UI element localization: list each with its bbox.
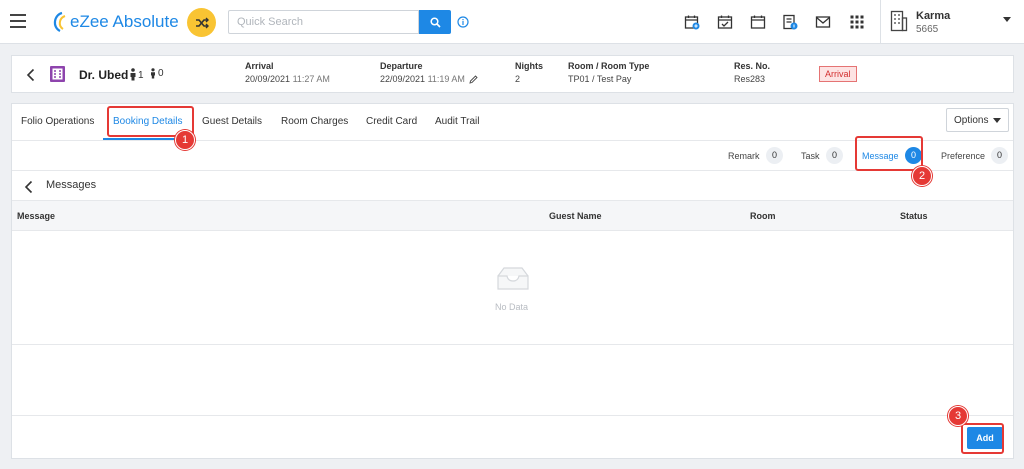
options-label: Options (954, 115, 989, 126)
status-badge: Arrival (819, 66, 857, 82)
report-icon[interactable] (780, 12, 800, 32)
remark-count: 0 (766, 147, 783, 164)
divider (12, 344, 1013, 345)
edit-icon[interactable] (469, 74, 478, 84)
annotation-marker-1: 1 (175, 130, 195, 150)
tab-credit-card[interactable]: Credit Card (366, 116, 417, 127)
search-icon (429, 16, 441, 28)
back-arrow-icon[interactable] (22, 180, 36, 194)
room-label: Room / Room Type (568, 61, 650, 71)
options-dropdown[interactable]: Options (946, 108, 1009, 132)
annotation-marker-2: 2 (912, 166, 932, 186)
info-icon[interactable] (457, 16, 469, 28)
room-value: TP01 / Test Pay (568, 74, 632, 84)
res-no-label: Res. No. (734, 61, 771, 71)
res-no-value: Res283 (734, 74, 766, 84)
annotation-highlight-add (961, 423, 1004, 454)
annotation-highlight-message (855, 136, 923, 171)
menu-icon[interactable] (10, 14, 26, 28)
chevron-down-icon[interactable] (1003, 17, 1011, 22)
app-logo[interactable]: eZee Absolute (50, 11, 179, 33)
departure-date: 22/09/2021 (380, 74, 426, 84)
children-value: 0 (158, 68, 164, 79)
remark-tab[interactable]: Remark (728, 151, 760, 161)
departure-value: 22/09/2021 11:19 AM (380, 74, 478, 84)
column-guest-name[interactable]: Guest Name (549, 211, 602, 221)
messages-title: Messages (46, 179, 97, 191)
calendar-icon[interactable] (748, 12, 768, 32)
property-code: 5665 (916, 24, 939, 35)
logo-icon (53, 11, 66, 32)
empty-state-text: No Data (495, 302, 529, 312)
column-room[interactable]: Room (750, 211, 776, 221)
task-count: 0 (826, 147, 843, 164)
guest-room-icon (50, 66, 65, 82)
departure-time: 11:19 AM (427, 74, 465, 84)
column-message[interactable]: Message (17, 211, 55, 221)
arrival-label: Arrival (245, 61, 274, 71)
mail-icon[interactable] (813, 12, 833, 32)
adults-value: 1 (138, 70, 144, 81)
calendar-add-icon[interactable] (682, 12, 702, 32)
calendar-check-icon[interactable] (715, 12, 735, 32)
tab-folio-operations[interactable]: Folio Operations (21, 116, 94, 127)
quick-search-input[interactable] (228, 10, 419, 34)
logo-text: eZee Absolute (70, 12, 179, 31)
hotel-building-icon (890, 10, 908, 32)
nights-label: Nights (515, 61, 543, 71)
preference-tab[interactable]: Preference (941, 151, 985, 161)
search-button[interactable] (419, 10, 451, 34)
tab-guest-details[interactable]: Guest Details (202, 116, 262, 127)
reservation-summary: Dr. Ubed 1 0 Arrival 20/09/2021 11:27 AM… (11, 55, 1014, 93)
arrival-value: 20/09/2021 11:27 AM (245, 74, 330, 84)
table-header: Message Guest Name Room Status (12, 201, 1013, 231)
shuffle-icon (195, 17, 209, 28)
arrival-date: 20/09/2021 (245, 74, 291, 84)
caret-down-icon (993, 118, 1001, 123)
children-count: 0 (149, 68, 164, 79)
preference-count: 0 (991, 147, 1008, 164)
child-icon (151, 68, 155, 79)
divider (12, 415, 1013, 416)
top-bar: eZee Absolute Kar (0, 0, 1024, 44)
adults-count: 1 (129, 68, 144, 81)
back-arrow-icon[interactable] (24, 68, 38, 82)
divider (880, 0, 881, 44)
departure-label: Departure (380, 61, 423, 71)
shuffle-button[interactable] (187, 8, 216, 37)
arrival-time: 11:27 AM (292, 74, 330, 84)
annotation-marker-3: 3 (948, 406, 968, 426)
tab-audit-trail[interactable]: Audit Trail (435, 116, 479, 127)
tab-room-charges[interactable]: Room Charges (281, 116, 348, 127)
nights-value: 2 (515, 74, 521, 84)
column-status[interactable]: Status (900, 211, 928, 221)
apps-grid-icon[interactable] (847, 12, 867, 32)
guest-name[interactable]: Dr. Ubed (79, 68, 128, 82)
empty-inbox-icon (497, 267, 529, 290)
task-tab[interactable]: Task (801, 151, 820, 161)
property-name[interactable]: Karma (916, 10, 950, 22)
adult-icon (130, 68, 136, 81)
